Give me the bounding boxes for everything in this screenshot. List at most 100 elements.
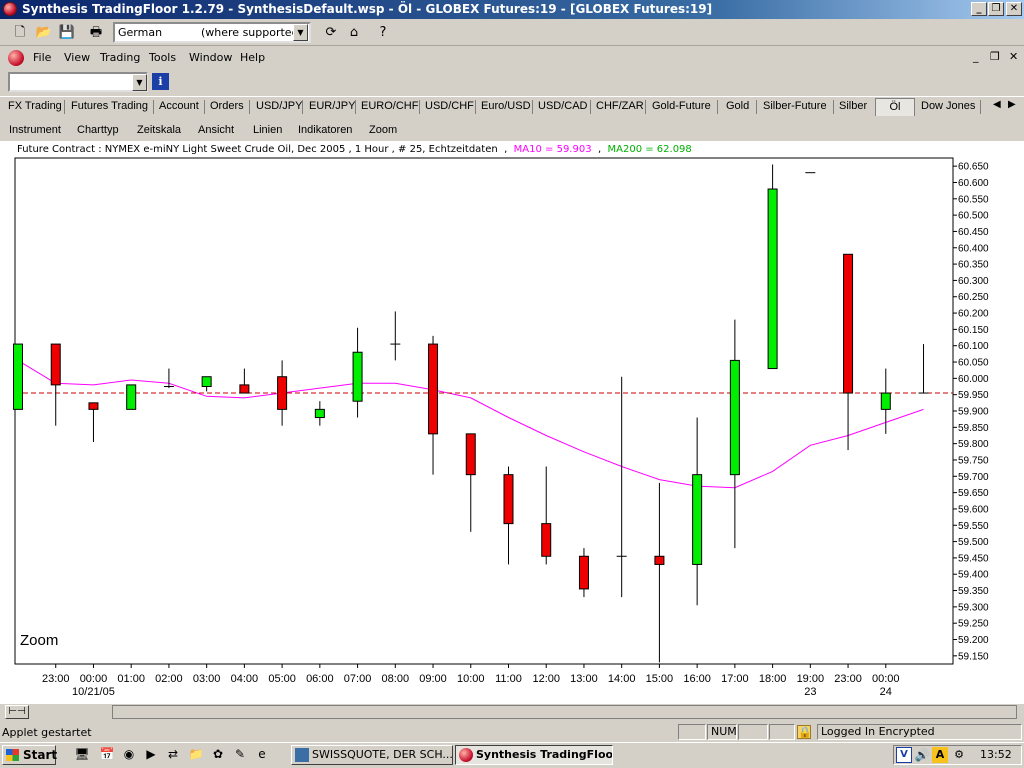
x-tick-label: 13:00 (570, 673, 598, 685)
candle-body (465, 433, 476, 476)
open-icon[interactable]: 📂 (34, 23, 54, 43)
security-icon[interactable]: ◉ (121, 746, 137, 762)
window-title: Synthesis TradingFloor 1.2.79 - Synthesi… (22, 2, 713, 16)
tab-separator (590, 100, 591, 114)
tab-separator (833, 100, 834, 114)
tab-gold[interactable]: Gold (722, 98, 753, 116)
restore-button[interactable]: ❐ (988, 2, 1004, 16)
messenger-icon[interactable]: ✿ (210, 746, 226, 762)
y-tick-label: 60.000 (958, 374, 989, 385)
minimize-button[interactable]: _ (971, 2, 987, 16)
y-tick-label: 60.450 (958, 227, 989, 238)
chart-menu-linien[interactable]: Linien (253, 124, 282, 136)
status-panel (738, 724, 768, 740)
candle (13, 343, 23, 410)
y-tick-label: 59.350 (958, 586, 989, 597)
language-select[interactable]: German (where supported) ▼ (113, 22, 311, 43)
browser-icon[interactable]: e (254, 746, 270, 762)
x-tick-label: 19:00 (797, 673, 825, 685)
tab-account[interactable]: Account (155, 98, 203, 116)
scroll-handle-icon[interactable]: ⊢⊣ (5, 705, 29, 719)
menu-file[interactable]: File (33, 51, 51, 64)
tab-silber[interactable]: Silber (835, 98, 871, 116)
instrument-combo[interactable]: ▼ (8, 72, 148, 92)
chart-scrollbar[interactable] (112, 705, 1017, 719)
chart-menu-zoom[interactable]: Zoom (369, 124, 397, 136)
lock-icon: 🔒 (797, 725, 812, 739)
tab-gold-future[interactable]: Gold-Future (648, 98, 715, 116)
tab-usd-jpy[interactable]: USD/JPY (252, 98, 306, 116)
candle-body (767, 188, 778, 370)
menu-help[interactable]: Help (240, 51, 265, 64)
menu-tools[interactable]: Tools (149, 51, 176, 64)
new-icon[interactable]: 🗋 (10, 23, 30, 43)
folder-icon[interactable]: 📁 (188, 746, 204, 762)
tab-fx-trading[interactable]: FX Trading (4, 98, 66, 116)
tab-usd-cad[interactable]: USD/CAD (534, 98, 592, 116)
tab-silber-future[interactable]: Silber-Future (759, 98, 831, 116)
y-tick-label: 59.250 (958, 619, 989, 630)
media-player-icon[interactable]: ▶ (143, 746, 159, 762)
clock: 13:52 (980, 748, 1012, 761)
menu-trading[interactable]: Trading (100, 51, 140, 64)
tab-chf-zar[interactable]: CHF/ZAR (592, 98, 648, 116)
tray-app-icon[interactable]: ⚙ (951, 747, 967, 763)
app-logo-icon (3, 2, 17, 16)
chevron-down-icon[interactable]: ▼ (132, 74, 147, 91)
chart-menu-instrument[interactable]: Instrument (9, 124, 61, 136)
menu-window[interactable]: Window (189, 51, 232, 64)
tab-dow-jones[interactable]: Dow Jones (917, 98, 979, 116)
tab-scroll-right-icon[interactable]: ▶ (1008, 99, 1016, 110)
tab-oel[interactable]: Öl (875, 98, 915, 116)
chart-menu-indikatoren[interactable]: Indikatoren (298, 124, 352, 136)
chart-menu-ansicht[interactable]: Ansicht (198, 124, 234, 136)
info-icon[interactable]: i (152, 73, 169, 90)
chart-menu-charttyp[interactable]: Charttyp (77, 124, 119, 136)
x-date-label: 23 (804, 686, 816, 698)
print-icon[interactable]: 🖶 (86, 23, 106, 43)
show-desktop-icon[interactable]: 🖥 (74, 746, 90, 762)
home-icon[interactable]: ⌂ (344, 23, 364, 43)
tab-separator (645, 100, 646, 114)
calendar-icon[interactable]: 📅 (99, 746, 115, 762)
x-tick-label: 14:00 (608, 673, 636, 685)
tab-futures-trading[interactable]: Futures Trading (67, 98, 152, 116)
candle-body (843, 253, 854, 394)
num-lock-indicator: NUM (707, 724, 737, 740)
network-icon[interactable]: ⇄ (165, 746, 181, 762)
chart-menu-zeitskala[interactable]: Zeitskala (137, 124, 181, 136)
chart-panel[interactable]: Future Contract : NYMEX e-miNY Light Swe… (0, 141, 1024, 704)
tab-separator (355, 100, 356, 114)
paint-icon[interactable]: ✎ (232, 746, 248, 762)
tab-bar: FX Trading Futures Trading Account Order… (0, 96, 1024, 116)
y-tick-label: 59.650 (958, 488, 989, 499)
x-tick-label: 16:00 (683, 673, 711, 685)
tab-scroll-left-icon[interactable]: ◀ (993, 99, 1001, 110)
speaker-icon[interactable]: 🔊 (914, 747, 930, 763)
task-swissquote[interactable]: SWISSQUOTE, DER SCH... (291, 745, 453, 765)
chevron-down-icon[interactable]: ▼ (293, 24, 308, 41)
mdi-close-button[interactable]: ✕ (1009, 50, 1018, 63)
tab-usd-chf[interactable]: USD/CHF (421, 98, 478, 116)
x-tick-label: 12:00 (532, 673, 560, 685)
warning-icon[interactable]: A (932, 747, 948, 763)
task-synthesis[interactable]: Synthesis TradingFloo... (455, 745, 613, 765)
mdi-minimize-button[interactable]: _ (973, 50, 979, 63)
tab-orders[interactable]: Orders (206, 98, 248, 116)
tab-eur-jpy[interactable]: EUR/JPY (305, 98, 359, 116)
close-button[interactable]: ✕ (1006, 2, 1022, 16)
help-icon[interactable]: ? (373, 23, 393, 43)
x-tick-label: 00:00 (872, 673, 900, 685)
antivirus-icon[interactable]: V (896, 747, 912, 763)
refresh-icon[interactable]: ⟳ (321, 23, 341, 43)
candlestick-chart[interactable]: 60.650 60.600 60.550 60.500 60.450 60.400 60.3… (0, 141, 1024, 704)
candle-body (88, 402, 99, 410)
menu-view[interactable]: View (64, 51, 90, 64)
tab-euro-chf[interactable]: EURO/CHF (357, 98, 422, 116)
candle-body (880, 392, 891, 410)
save-icon[interactable]: 💾 (57, 23, 77, 43)
menu-bar: File View Trading Tools Window Help _ ❐ … (0, 48, 1024, 68)
tab-separator (204, 100, 205, 114)
tab-euro-usd[interactable]: Euro/USD (477, 98, 535, 116)
mdi-restore-button[interactable]: ❐ (990, 50, 1000, 63)
